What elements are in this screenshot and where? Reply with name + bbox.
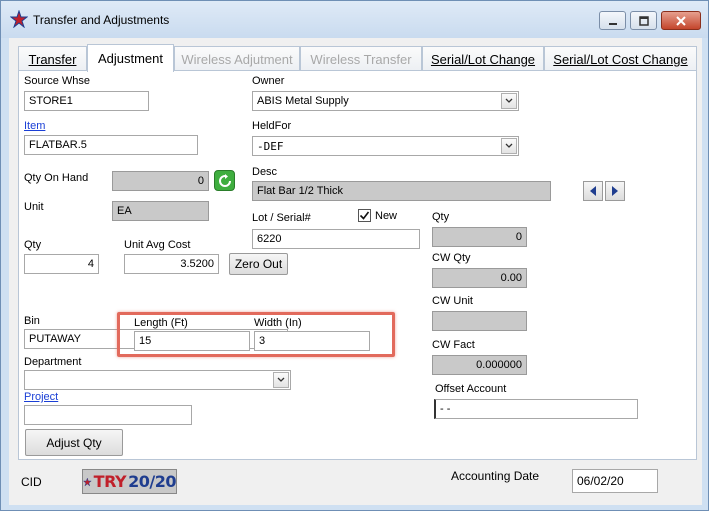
unit-avg-cost-label: Unit Avg Cost xyxy=(124,239,191,251)
heldfor-label: HeldFor xyxy=(252,120,292,132)
try2020-logo: TRY 20/20 xyxy=(82,469,177,494)
accounting-date-label: Accounting Date xyxy=(451,469,540,483)
tab-wireless-transfer[interactable]: Wireless Transfer xyxy=(300,46,422,71)
offset-account-label: Offset Account xyxy=(435,383,507,395)
cw-qty-label: CW Qty xyxy=(432,252,471,264)
source-whse-field[interactable]: STORE1 xyxy=(24,91,149,111)
department-combo[interactable] xyxy=(24,370,291,390)
zero-out-button[interactable]: Zero Out xyxy=(229,253,288,275)
next-arrow-icon xyxy=(612,186,618,196)
tab-serial-lot-change[interactable]: Serial/Lot Change xyxy=(422,46,544,71)
minimize-button[interactable] xyxy=(599,11,626,30)
tab-adjustment[interactable]: Adjustment xyxy=(87,44,174,72)
owner-label: Owner xyxy=(252,75,285,87)
source-whse-label: Source Whse xyxy=(24,75,91,87)
transfer-adjustments-window: Transfer and Adjustments Transfer Adjust… xyxy=(0,0,709,511)
cw-fact-field: 0.000000 xyxy=(432,355,527,375)
tab-transfer[interactable]: Transfer xyxy=(18,46,87,71)
owner-dropdown-button[interactable] xyxy=(501,93,517,109)
department-dropdown-button[interactable] xyxy=(273,372,289,388)
cw-qty-field: 0.00 xyxy=(432,268,527,288)
project-field[interactable] xyxy=(24,405,192,425)
maximize-button[interactable] xyxy=(630,11,657,30)
refresh-icon xyxy=(218,173,231,187)
adjust-qty-button[interactable]: Adjust Qty xyxy=(25,429,123,456)
logo-try-text: TRY xyxy=(93,472,127,491)
unit-label: Unit xyxy=(24,201,44,213)
cw-fact-label: CW Fact xyxy=(432,339,475,351)
width-field[interactable]: 3 xyxy=(254,331,370,351)
client-area: Transfer Adjustment Wireless Adjutment W… xyxy=(9,38,702,505)
project-link[interactable]: Project xyxy=(24,391,58,403)
owner-value: ABIS Metal Supply xyxy=(257,95,349,107)
minimize-icon xyxy=(608,22,617,25)
prev-arrow-icon xyxy=(590,186,596,196)
desc-label: Desc xyxy=(252,166,278,178)
qty-on-hand-label: Qty On Hand xyxy=(24,172,89,184)
maximize-icon xyxy=(638,15,649,26)
logo-year-text: 20/20 xyxy=(128,472,176,491)
qty-right-label: Qty xyxy=(432,211,450,223)
qty-field[interactable]: 4 xyxy=(24,254,99,274)
qty-right-field: 0 xyxy=(432,227,527,247)
heldfor-value: -DEF xyxy=(257,139,284,153)
length-field[interactable]: 15 xyxy=(134,331,250,351)
logo-star-icon xyxy=(83,476,92,487)
new-label: New xyxy=(375,210,398,222)
offset-account-field[interactable]: - - xyxy=(434,399,638,419)
title-bar: Transfer and Adjustments xyxy=(1,1,708,38)
chevron-down-icon xyxy=(277,377,285,382)
qty-on-hand-field: 0 xyxy=(112,171,209,191)
cw-unit-label: CW Unit xyxy=(432,295,473,307)
unit-avg-cost-field[interactable]: 3.5200 xyxy=(124,254,219,274)
chevron-down-icon xyxy=(505,143,513,148)
prev-item-button[interactable] xyxy=(583,181,603,201)
check-icon xyxy=(359,211,370,220)
new-checkbox[interactable] xyxy=(358,209,371,222)
qty-label: Qty xyxy=(24,239,42,251)
width-label: Width (In) xyxy=(254,317,302,329)
accounting-date-field[interactable]: 06/02/20 xyxy=(572,469,658,493)
owner-combo[interactable]: ABIS Metal Supply xyxy=(252,91,519,111)
close-icon xyxy=(676,15,686,26)
desc-field: Flat Bar 1/2 Thick xyxy=(252,181,551,201)
close-button[interactable] xyxy=(661,11,701,30)
unit-field: EA xyxy=(112,201,209,221)
app-star-icon xyxy=(10,10,28,28)
refresh-button[interactable] xyxy=(214,170,235,191)
length-label: Length (Ft) xyxy=(134,317,188,329)
window-title: Transfer and Adjustments xyxy=(33,13,170,27)
cw-unit-field xyxy=(432,311,527,331)
tab-serial-lot-cost-change[interactable]: Serial/Lot Cost Change xyxy=(544,46,697,71)
heldfor-dropdown-button[interactable] xyxy=(501,138,517,154)
cid-label: CID xyxy=(21,475,42,489)
item-link[interactable]: Item xyxy=(24,120,45,132)
chevron-down-icon xyxy=(505,98,513,103)
next-item-button[interactable] xyxy=(605,181,625,201)
lot-serial-label: Lot / Serial# xyxy=(252,212,311,224)
item-field[interactable]: FLATBAR.5 xyxy=(24,135,198,155)
tab-wireless-adjutment[interactable]: Wireless Adjutment xyxy=(174,46,300,71)
lot-serial-field[interactable]: 6220 xyxy=(252,229,420,249)
adjustment-panel: Source Whse STORE1 Item FLATBAR.5 Qty On… xyxy=(18,70,697,460)
length-width-highlight: Length (Ft) 15 Width (In) 3 xyxy=(117,312,395,357)
heldfor-combo[interactable]: -DEF xyxy=(252,136,519,156)
bin-label: Bin xyxy=(24,315,40,327)
department-label: Department xyxy=(24,356,82,368)
